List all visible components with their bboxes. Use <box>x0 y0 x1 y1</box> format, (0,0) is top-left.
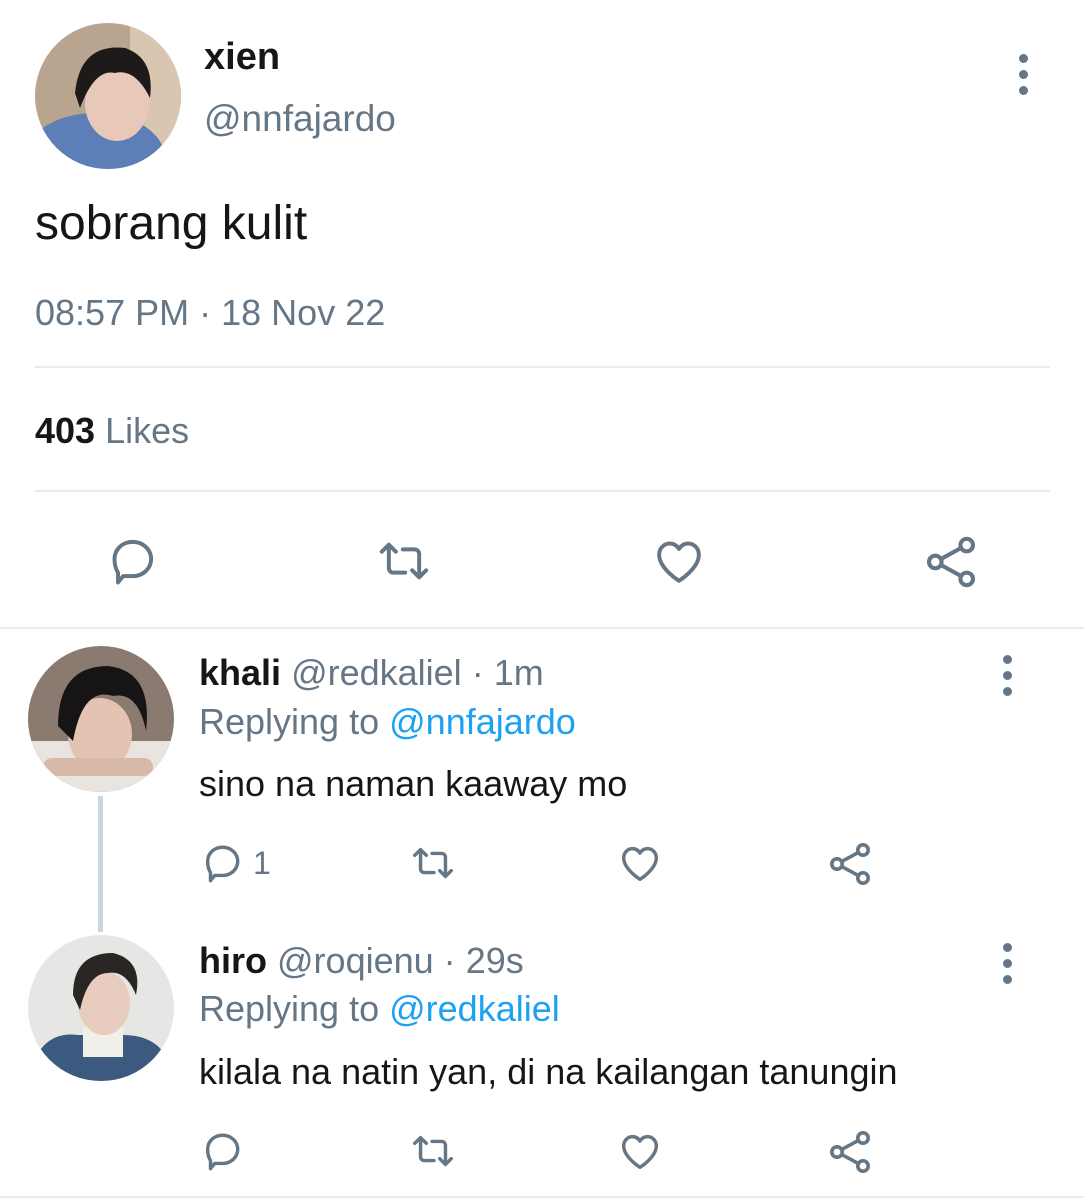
divider <box>35 490 1050 492</box>
reply-handle[interactable]: @redkaliel <box>291 652 462 693</box>
tweet-date: 18 Nov 22 <box>221 292 386 333</box>
retweet-icon <box>413 1135 453 1167</box>
reply-more-button[interactable] <box>1003 655 1012 696</box>
more-vertical-icon <box>1003 943 1012 952</box>
more-vertical-icon <box>1019 54 1028 63</box>
retweet-icon <box>413 847 453 879</box>
author-handle[interactable]: @nnfajardo <box>204 98 396 140</box>
reply-count: 1 <box>253 844 271 881</box>
reply-dot: · <box>443 940 456 981</box>
like-icon <box>621 1134 659 1170</box>
replying-to: Replying to @nnfajardo <box>199 701 576 743</box>
reply-age: 1m <box>493 652 544 693</box>
reply-more-button[interactable] <box>1003 943 1012 984</box>
share-icon <box>926 536 976 588</box>
share-button[interactable] <box>922 533 980 591</box>
reply-handle[interactable]: @roqienu <box>277 940 434 981</box>
reply-header: khali @redkaliel · 1m <box>199 652 544 694</box>
share-button[interactable] <box>826 1128 874 1176</box>
thread-line <box>98 796 103 932</box>
section-divider <box>0 627 1084 629</box>
reply-avatar[interactable] <box>28 935 174 1081</box>
replying-prefix: Replying to <box>199 988 380 1029</box>
reply-dot: · <box>471 652 484 693</box>
retweet-button[interactable] <box>408 1128 458 1174</box>
tweet-time: 08:57 PM <box>35 292 190 333</box>
share-button[interactable] <box>826 840 874 888</box>
like-button[interactable] <box>651 533 707 589</box>
bottom-divider <box>0 1196 1084 1198</box>
likes-stat[interactable]: 403 Likes <box>35 410 189 452</box>
reply-icon <box>205 1133 240 1171</box>
reply-button[interactable]: 1 <box>199 840 271 886</box>
reply-icon <box>205 845 240 883</box>
likes-label: Likes <box>105 410 190 451</box>
like-button[interactable] <box>617 1128 663 1174</box>
reply-text: kilala na natin yan, di na kailangan tan… <box>199 1051 898 1092</box>
retweet-button[interactable] <box>408 840 458 886</box>
replying-to: Replying to @redkaliel <box>199 988 560 1030</box>
likes-count: 403 <box>35 410 96 451</box>
replying-to-link[interactable]: @nnfajardo <box>389 701 576 742</box>
like-icon <box>657 541 701 583</box>
reply-display-name[interactable]: khali <box>199 652 281 693</box>
retweet-icon <box>379 542 429 580</box>
reply-button[interactable] <box>104 533 160 589</box>
share-icon <box>830 1131 870 1173</box>
reply-icon <box>112 539 154 585</box>
reply-avatar[interactable] <box>28 646 174 792</box>
reply-button[interactable] <box>199 1128 253 1174</box>
reply-text: sino na naman kaaway mo <box>199 763 628 804</box>
retweet-button[interactable] <box>374 533 434 589</box>
tweet-timestamp[interactable]: 08:57 PM · 18 Nov 22 <box>35 292 385 334</box>
tweet-text: sobrang kulit <box>35 197 308 250</box>
like-icon <box>621 846 659 882</box>
more-vertical-icon <box>1003 655 1012 664</box>
divider <box>35 366 1050 368</box>
replying-prefix: Replying to <box>199 701 380 742</box>
reply-age: 29s <box>465 940 524 981</box>
replying-to-link[interactable]: @redkaliel <box>389 988 560 1029</box>
like-button[interactable] <box>617 840 663 886</box>
tweet-more-button[interactable] <box>1019 54 1028 95</box>
share-icon <box>830 843 870 885</box>
author-display-name[interactable]: xien <box>204 36 280 79</box>
author-avatar[interactable] <box>35 23 181 169</box>
reply-display-name[interactable]: hiro <box>199 940 267 981</box>
reply-header: hiro @roqienu · 29s <box>199 940 524 982</box>
timestamp-separator: · <box>199 292 212 333</box>
